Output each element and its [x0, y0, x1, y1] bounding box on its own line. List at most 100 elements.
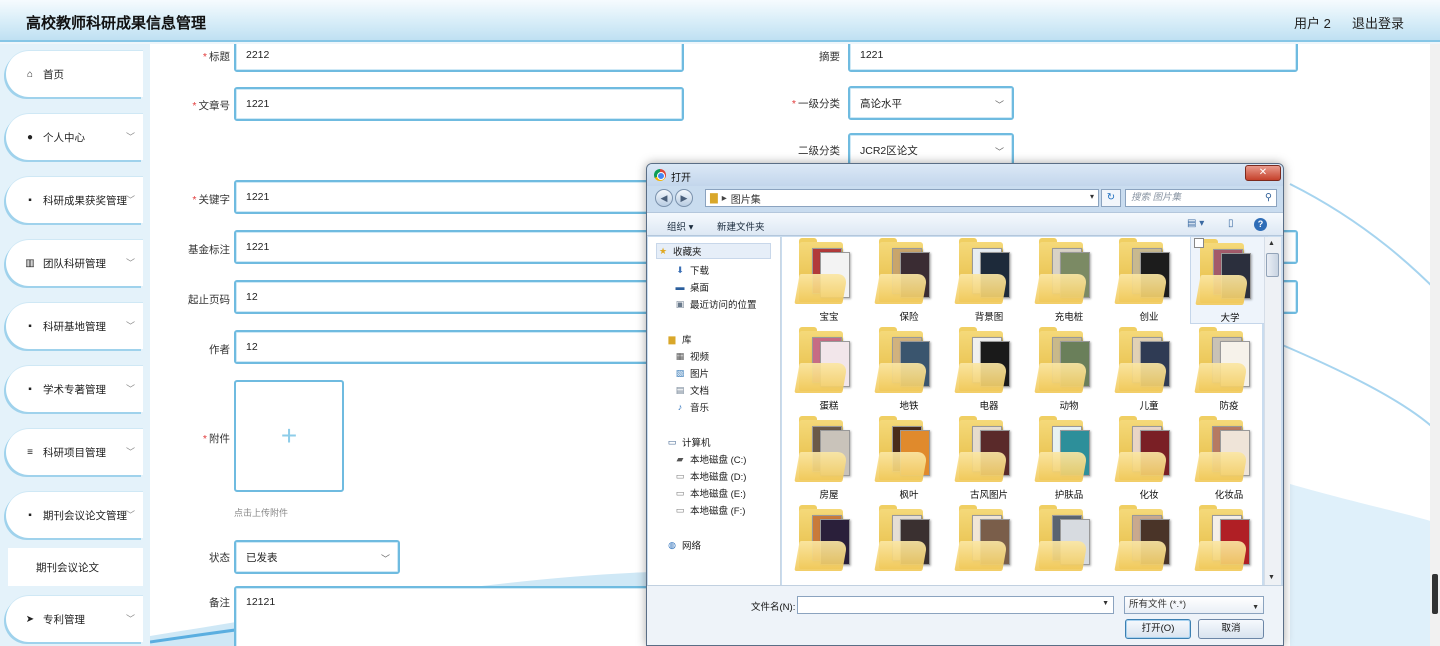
- chevron-down-icon: ﹀: [125, 195, 135, 205]
- search-input[interactable]: 搜索 图片集 ⚲: [1125, 189, 1277, 207]
- nav-computer[interactable]: ▭ 计算机: [666, 435, 711, 450]
- help-icon[interactable]: ?: [1254, 218, 1267, 231]
- library-icon: ▆: [668, 333, 676, 344]
- page-scrollbar-thumb[interactable]: [1432, 574, 1438, 614]
- abstract-input[interactable]: 1221: [848, 44, 1298, 72]
- cancel-button[interactable]: 取消: [1198, 619, 1264, 639]
- nav-libraries[interactable]: ▆ 库: [666, 332, 692, 347]
- drive-icon: ▭: [675, 504, 685, 515]
- nav-videos[interactable]: ▦ 视频: [674, 349, 709, 364]
- folder-item[interactable]: 化妆品: [1190, 414, 1268, 502]
- sidebar-item-monograph[interactable]: ▪ 学术专著管理 ﹀: [6, 366, 143, 412]
- sidebar-item-journal-paper[interactable]: ▪ 期刊会议论文管理 ﹀: [6, 492, 143, 538]
- dropdown-arrow-icon[interactable]: ▾: [1090, 192, 1094, 201]
- address-bar[interactable]: ▇ ▸ 图片集 ▾: [705, 189, 1099, 207]
- sidebar-item-research-base[interactable]: ▪ 科研基地管理 ﹀: [6, 303, 143, 349]
- folder-item[interactable]: 宝宝: [790, 236, 868, 324]
- nav-pictures-label: 图片: [690, 369, 710, 380]
- preview-pane-icon[interactable]: ▯: [1228, 218, 1234, 229]
- abstract-label: 摘要: [819, 51, 840, 63]
- nav-documents[interactable]: ▤ 文档: [674, 383, 709, 398]
- folder-icon: [1114, 541, 1168, 571]
- folder-item[interactable]: 动物: [1030, 325, 1108, 413]
- nav-disk-e-label: 本地磁盘 (E:): [690, 489, 746, 500]
- nav-desktop[interactable]: ▬ 桌面: [674, 280, 710, 295]
- nav-recent[interactable]: ▣ 最近访问的位置: [674, 297, 757, 312]
- category2-select[interactable]: JCR2区论文 ﹀: [848, 133, 1014, 167]
- forward-icon[interactable]: ▶: [675, 189, 693, 207]
- nav-pictures[interactable]: ▧ 图片: [674, 366, 710, 381]
- folder-item[interactable]: [790, 503, 868, 591]
- nav-disk-e[interactable]: ▭ 本地磁盘 (E:): [674, 486, 746, 501]
- folder-icon: [794, 274, 848, 304]
- view-options-icon[interactable]: ▤ ▾: [1187, 218, 1204, 229]
- search-icon[interactable]: ⚲: [1265, 190, 1272, 206]
- filename-input[interactable]: ▼: [797, 596, 1114, 614]
- scroll-down-icon[interactable]: ▼: [1268, 574, 1275, 581]
- user-name[interactable]: 用户 2: [1294, 13, 1331, 32]
- folder-name: 枫叶: [899, 490, 919, 501]
- folder-item[interactable]: 房屋: [790, 414, 868, 502]
- scroll-up-icon[interactable]: ▲: [1268, 240, 1275, 247]
- folder-item[interactable]: 创业: [1110, 236, 1188, 324]
- folder-item[interactable]: [950, 503, 1028, 591]
- folder-item[interactable]: 古风图片: [950, 414, 1028, 502]
- folder-item[interactable]: 儿童: [1110, 325, 1188, 413]
- sidebar-item-research-project[interactable]: ≡ 科研项目管理 ﹀: [6, 429, 143, 475]
- dialog-close-button[interactable]: ✕: [1245, 165, 1281, 181]
- sidebar-item-patent[interactable]: ➤ 专利管理 ﹀: [6, 596, 143, 642]
- nav-disk-c[interactable]: ▰ 本地磁盘 (C:): [674, 452, 747, 467]
- nav-disk-f[interactable]: ▭ 本地磁盘 (F:): [674, 503, 746, 518]
- folder-item[interactable]: [1190, 503, 1268, 591]
- refresh-icon[interactable]: ↻: [1101, 189, 1121, 207]
- dialog-titlebar[interactable]: 打开 ✕: [647, 164, 1283, 186]
- nav-music-label: 音乐: [690, 403, 710, 414]
- folder-scrollbar-thumb[interactable]: [1266, 253, 1279, 277]
- nav-music[interactable]: ♪ 音乐: [674, 400, 710, 415]
- open-button[interactable]: 打开(O): [1125, 619, 1191, 639]
- top-header: 高校教师科研成果信息管理 用户 2 退出登录: [0, 0, 1440, 42]
- sidebar-item-label: 学术专著管理: [43, 383, 106, 396]
- attachment-upload[interactable]: +: [234, 380, 344, 492]
- folder-item[interactable]: 电器: [950, 325, 1028, 413]
- folder-checkbox[interactable]: [1194, 238, 1204, 248]
- dropdown-arrow-icon[interactable]: ▼: [1102, 600, 1109, 607]
- back-icon[interactable]: ◀: [655, 189, 673, 207]
- nav-network[interactable]: ◍ 网络: [666, 538, 701, 553]
- sidebar-item-team-research[interactable]: ▥ 团队科研管理 ﹀: [6, 240, 143, 286]
- status-select[interactable]: 已发表 ﹀: [234, 540, 400, 574]
- sidebar-item-award-management[interactable]: ▪ 科研成果获奖管理 ﹀: [6, 177, 143, 223]
- article-no-input[interactable]: 1221: [234, 87, 684, 121]
- nav-downloads[interactable]: ⬇ 下载: [674, 263, 709, 278]
- folder-item[interactable]: [1110, 503, 1188, 591]
- page-scrollbar[interactable]: [1430, 44, 1440, 646]
- sidebar-item-home[interactable]: ⌂ 首页: [6, 51, 143, 97]
- folder-item[interactable]: 护肤品: [1030, 414, 1108, 502]
- folder-item[interactable]: 地铁: [870, 325, 948, 413]
- logout-link[interactable]: 退出登录: [1352, 13, 1404, 32]
- category1-select[interactable]: 高论水平 ﹀: [848, 86, 1014, 120]
- grid-icon: ▪: [28, 509, 32, 521]
- sidebar-subitem-journal-papers[interactable]: 期刊会议论文: [8, 548, 143, 586]
- folder-item[interactable]: [870, 503, 948, 591]
- organize-button[interactable]: 组织 ▾: [667, 219, 693, 233]
- pages-label: 起止页码: [188, 294, 230, 306]
- folder-item[interactable]: [1030, 503, 1108, 591]
- title-input[interactable]: 2212: [234, 44, 684, 72]
- nav-disk-d[interactable]: ▭ 本地磁盘 (D:): [674, 469, 747, 484]
- folder-item[interactable]: 化妆: [1110, 414, 1188, 502]
- filetype-select[interactable]: 所有文件 (*.*) ▼: [1124, 596, 1264, 614]
- folder-item[interactable]: 防疫: [1190, 325, 1268, 413]
- folder-item[interactable]: 充电桩: [1030, 236, 1108, 324]
- nav-disk-f-label: 本地磁盘 (F:): [690, 506, 746, 517]
- new-folder-button[interactable]: 新建文件夹: [717, 219, 765, 233]
- sidebar-item-personal-center[interactable]: ● 个人中心 ﹀: [6, 114, 143, 160]
- folder-item[interactable]: 大学: [1190, 236, 1268, 324]
- remark-label: 备注: [209, 597, 230, 609]
- nav-favorites[interactable]: ★ 收藏夹: [656, 243, 771, 259]
- folder-item[interactable]: 蛋糕: [790, 325, 868, 413]
- folder-scrollbar[interactable]: [1264, 237, 1281, 585]
- folder-item[interactable]: 枫叶: [870, 414, 948, 502]
- folder-item[interactable]: 保险: [870, 236, 948, 324]
- folder-item[interactable]: 背景图: [950, 236, 1028, 324]
